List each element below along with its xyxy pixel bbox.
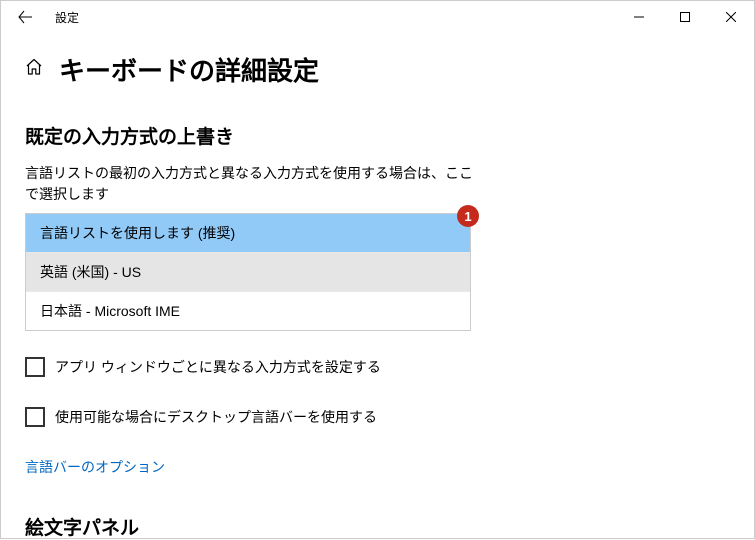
window-controls [616,1,754,33]
dropdown-option[interactable]: 英語 (米国) - US [26,253,470,292]
minimize-icon [634,12,644,22]
checkbox-icon [25,357,45,377]
dropdown-list: 言語リストを使用します (推奨) 英語 (米国) - US 日本語 - Micr… [25,213,471,331]
window-title: 設定 [55,9,79,26]
checkbox-label: アプリ ウィンドウごとに異なる入力方式を設定する [55,357,381,377]
back-arrow-icon [18,10,32,24]
annotation-badge: 1 [457,205,479,227]
maximize-icon [680,12,690,22]
override-section-title: 既定の入力方式の上書き [25,122,730,149]
checkbox-label: 使用可能な場合にデスクトップ言語バーを使用する [55,407,377,427]
minimize-button[interactable] [616,1,662,33]
language-bar-options-link[interactable]: 言語バーのオプション [25,457,165,477]
dropdown-option[interactable]: 日本語 - Microsoft IME [26,292,470,330]
close-icon [726,12,736,22]
titlebar: 設定 [1,1,754,33]
home-icon[interactable] [25,58,43,81]
back-button[interactable] [9,1,41,33]
close-button[interactable] [708,1,754,33]
checkbox-desktop-language-bar[interactable]: 使用可能な場合にデスクトップ言語バーを使用する [25,407,730,427]
checkbox-per-window[interactable]: アプリ ウィンドウごとに異なる入力方式を設定する [25,357,730,377]
page-title: キーボードの詳細設定 [59,51,319,88]
input-method-dropdown[interactable]: 言語リストを使用します (推奨) 英語 (米国) - US 日本語 - Micr… [25,213,471,331]
dropdown-option[interactable]: 言語リストを使用します (推奨) [26,214,470,253]
emoji-section-title: 絵文字パネル [25,513,730,540]
page-header: キーボードの詳細設定 [25,51,730,88]
checkbox-icon [25,407,45,427]
content-area: キーボードの詳細設定 既定の入力方式の上書き 言語リストの最初の入力方式と異なる… [1,33,754,540]
maximize-button[interactable] [662,1,708,33]
override-section-description: 言語リストの最初の入力方式と異なる入力方式を使用する場合は、ここで選択します [25,163,475,205]
